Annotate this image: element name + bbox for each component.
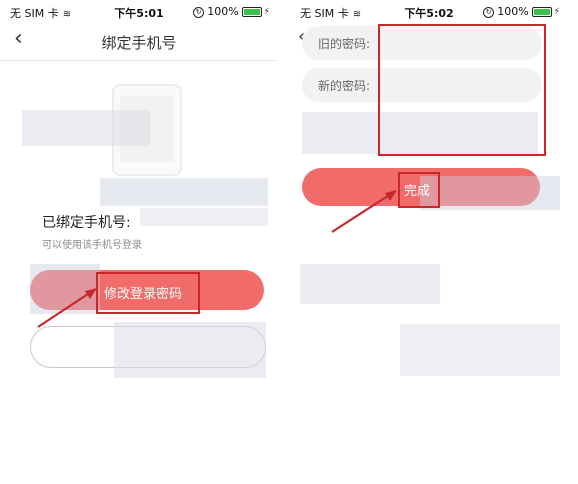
annotation-arrow-icon bbox=[331, 190, 397, 233]
left-phone-screen: 无 SIM 卡 ≋ 下午5:01 ↻ 100% ⚡ ‹ 绑定手机号 已绑定手机号: 可… bbox=[0, 0, 278, 484]
right-phone-screen: 无 SIM 卡 ≋ 下午5:02 ↻ 100% ⚡ ‹ 旧的密码: 新的密码: 完成 bbox=[290, 0, 568, 484]
annotation-arrow-icon bbox=[37, 288, 97, 328]
